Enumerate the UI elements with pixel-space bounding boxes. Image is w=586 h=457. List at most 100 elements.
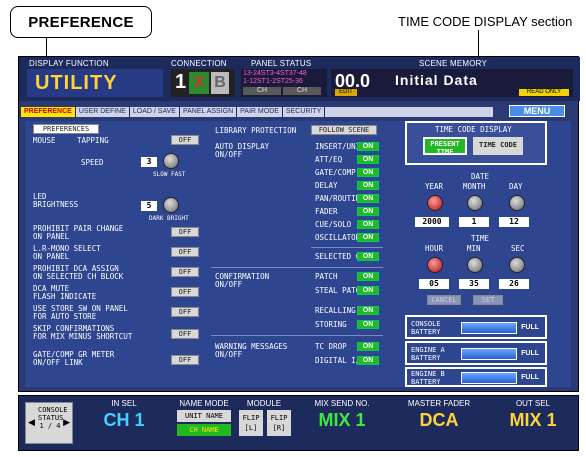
tcd-title: TIME CODE DISPLAY	[435, 125, 512, 134]
follow-scene-button[interactable]: FOLLOW SCENE	[311, 125, 377, 135]
sec-knob-icon[interactable]	[509, 257, 525, 273]
min-value: 35	[459, 279, 489, 289]
console-battery-label: CONSOLE BATTERY	[411, 320, 441, 336]
ch-name-button[interactable]: CH NAME	[177, 424, 231, 436]
pref-4-toggle[interactable]: OFF	[171, 287, 199, 297]
auto-toggle-2[interactable]: ON	[357, 168, 379, 177]
flip-left-button[interactable]: FLIP [L]	[239, 410, 263, 436]
storing-toggle[interactable]: ON	[357, 320, 379, 329]
recalling-label: RECALLING	[315, 306, 356, 315]
status-page: 1 / 4	[39, 422, 61, 430]
auto-toggle-4[interactable]: ON	[357, 194, 379, 203]
pref-1b: ON PANEL	[33, 232, 70, 241]
in-sel-label: IN SEL	[111, 399, 137, 408]
tab-pair-mode[interactable]: PAIR MODE	[237, 107, 283, 117]
pref-6-toggle[interactable]: OFF	[171, 329, 199, 339]
recalling-toggle[interactable]: ON	[357, 306, 379, 315]
ps-line2: 1-12ST1-2ST25-36	[243, 78, 303, 85]
engine-a-battery: ENGINE A BATTERY FULL	[405, 341, 547, 365]
engine-b-battery-label: ENGINE B BATTERY	[411, 370, 445, 386]
mix-send-label: MIX SEND NO.	[314, 399, 370, 408]
sec-value: 26	[499, 279, 529, 289]
arrow-left-icon: ◀	[28, 417, 35, 427]
time-code-display-section: TIME CODE DISPLAY PRESENT TIME TIME CODE	[405, 121, 547, 165]
tab-panel-assign[interactable]: PANEL ASSIGN	[180, 107, 238, 117]
mix-send-value[interactable]: MIX 1	[297, 410, 387, 431]
year-knob-icon[interactable]	[427, 195, 443, 211]
auto-toggle-0[interactable]: ON	[357, 142, 379, 151]
time-code-button[interactable]: TIME CODE	[473, 137, 523, 155]
tab-security[interactable]: SECURITY	[283, 107, 326, 117]
pref-7-toggle[interactable]: OFF	[171, 355, 199, 365]
tapping-label: TAPPING	[77, 136, 109, 145]
month-knob-icon[interactable]	[467, 195, 483, 211]
pref-3-toggle[interactable]: OFF	[171, 267, 199, 277]
cancel-button[interactable]: CANCEL	[427, 295, 461, 305]
header-bar: DISPLAY FUNCTION UTILITY CONNECTION 1 X …	[19, 57, 580, 101]
auto-toggle-5[interactable]: ON	[357, 207, 379, 216]
patch-label: PATCH	[315, 272, 338, 281]
console-status-button[interactable]: ◀ CONSOLE STATUS 1 / 4 ▶	[25, 402, 73, 444]
digital-io-toggle[interactable]: ON	[357, 356, 379, 365]
sec-label: SEC	[511, 244, 525, 253]
auto-toggle-3[interactable]: ON	[357, 181, 379, 190]
dark-bright-label: DARK BRIGHT	[149, 215, 189, 222]
hour-knob-icon[interactable]	[427, 257, 443, 273]
panel-status: 13-24ST3-4ST37-48 1-12ST1-2ST25-36 CH CH	[241, 69, 327, 97]
present-time-button[interactable]: PRESENT TIME	[423, 137, 467, 156]
pref-7b: ON/OFF LINK	[33, 358, 83, 367]
brightness-knob-icon[interactable]	[163, 197, 179, 213]
engine-b-battery-status: FULL	[521, 374, 539, 381]
master-fader-value[interactable]: DCA	[391, 410, 487, 431]
speed-knob-icon[interactable]	[163, 153, 179, 169]
flip-right-button[interactable]: FLIP [R]	[267, 410, 291, 436]
patch-toggle[interactable]: ON	[357, 272, 379, 281]
scene-memory[interactable]: 00.0 Initial Data EDIT READ ONLY	[331, 69, 573, 97]
master-fader-label: MASTER FADER	[407, 399, 471, 408]
ps-line1: 13-24ST3-4ST37-48	[243, 70, 307, 77]
conn-b: B	[211, 72, 229, 94]
menu-button[interactable]: MENU	[509, 105, 565, 117]
display-function: UTILITY	[27, 69, 163, 97]
unit-name-button[interactable]: UNIT NAME	[177, 410, 231, 422]
auto-onoff-label: ON/OFF	[215, 150, 243, 159]
day-value: 12	[499, 217, 529, 227]
day-knob-icon[interactable]	[509, 195, 525, 211]
preference-panel: PREFERENCES MOUSE TAPPING OFF SPEED 3 SL…	[25, 121, 571, 387]
auto-item-5: FADER	[315, 207, 338, 216]
year-label: YEAR	[425, 182, 444, 191]
tapping-toggle[interactable]: OFF	[171, 135, 199, 145]
auto-toggle-1[interactable]: ON	[357, 155, 379, 164]
in-sel-value[interactable]: CH 1	[79, 410, 169, 431]
out-sel-value[interactable]: MIX 1	[491, 410, 575, 431]
tab-load-save[interactable]: LOAD / SAVE	[130, 107, 180, 117]
divider	[211, 267, 383, 268]
tab-preference[interactable]: PREFERENCE	[21, 107, 76, 117]
pref-1-toggle[interactable]: OFF	[171, 227, 199, 237]
min-knob-icon[interactable]	[467, 257, 483, 273]
connection-num: 1	[175, 71, 187, 93]
pref-3b: ON SELECTED CH BLOCK	[33, 272, 124, 281]
connection-label: CONNECTION	[171, 59, 227, 68]
hour-label: HOUR	[425, 244, 444, 253]
selected-ch-toggle[interactable]: ON	[357, 252, 379, 261]
auto-item-2: GATE/COMP	[315, 168, 356, 177]
pref-5-toggle[interactable]: OFF	[171, 307, 199, 317]
set-button[interactable]: SET	[473, 295, 503, 305]
warning-onoff-label: ON/OFF	[215, 350, 243, 359]
edit-badge: EDIT	[335, 89, 357, 96]
present-label: PRESENT	[430, 140, 460, 148]
tc-drop-toggle[interactable]: ON	[357, 342, 379, 351]
auto-toggle-6[interactable]: ON	[357, 220, 379, 229]
console-battery: CONSOLE BATTERY FULL	[405, 315, 547, 339]
ps-ch1: CH	[243, 87, 281, 95]
engine-b-battery: ENGINE B BATTERY FULL	[405, 367, 547, 387]
engine-a-battery-status: FULL	[521, 350, 539, 357]
pref-2-toggle[interactable]: OFF	[171, 247, 199, 257]
scene-name: Initial Data	[395, 72, 478, 88]
tab-user-define[interactable]: USER DEFINE	[76, 107, 130, 117]
slow-fast-label: SLOW FAST	[153, 171, 186, 178]
steal-patch-toggle[interactable]: ON	[357, 286, 379, 295]
panel-status-label: PANEL STATUS	[251, 59, 312, 68]
auto-toggle-7[interactable]: ON	[357, 233, 379, 242]
